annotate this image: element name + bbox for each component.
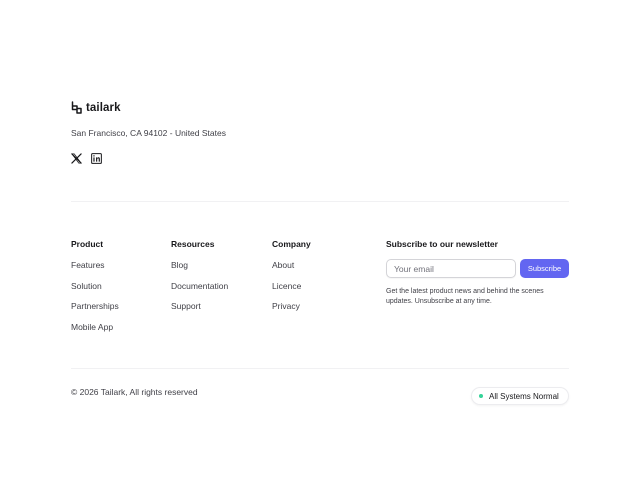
status-dot-icon bbox=[479, 394, 483, 398]
newsletter-section: Subscribe to our newsletter Subscribe Ge… bbox=[386, 238, 570, 306]
footer-divider-top bbox=[71, 201, 569, 202]
product-column: Product Features Solution Partnerships M… bbox=[71, 238, 119, 341]
footer-link-licence[interactable]: Licence bbox=[272, 280, 311, 301]
newsletter-note: Get the latest product news and behind t… bbox=[386, 288, 544, 305]
brand-logo[interactable]: tailark bbox=[71, 101, 121, 114]
footer-link-about[interactable]: About bbox=[272, 259, 311, 280]
newsletter-title: Subscribe to our newsletter bbox=[386, 239, 498, 249]
footer-link-features[interactable]: Features bbox=[71, 259, 119, 280]
status-label: All Systems Normal bbox=[489, 391, 559, 401]
footer-link-privacy[interactable]: Privacy bbox=[272, 300, 311, 321]
column-title: Product bbox=[71, 239, 104, 249]
column-title: Resources bbox=[171, 239, 215, 249]
copyright-text: © 2026 Tailark, All rights reserved bbox=[71, 387, 198, 397]
column-title: Company bbox=[272, 239, 311, 249]
brand-name: tailark bbox=[86, 101, 121, 114]
footer-divider-bottom bbox=[71, 368, 569, 369]
footer-link-solution[interactable]: Solution bbox=[71, 280, 119, 301]
tailark-logo-icon bbox=[71, 101, 82, 114]
linkedin-icon[interactable] bbox=[91, 153, 102, 164]
site-footer: tailark San Francisco, CA 94102 - United… bbox=[0, 0, 640, 480]
resources-column: Resources Blog Documentation Support bbox=[171, 238, 228, 321]
subscribe-button[interactable]: Subscribe bbox=[520, 259, 569, 278]
x-icon[interactable] bbox=[71, 153, 82, 164]
footer-link-documentation[interactable]: Documentation bbox=[171, 280, 228, 301]
footer-link-partnerships[interactable]: Partnerships bbox=[71, 300, 119, 321]
company-column: Company About Licence Privacy bbox=[272, 238, 311, 321]
email-input[interactable] bbox=[386, 259, 516, 278]
footer-link-mobile-app[interactable]: Mobile App bbox=[71, 321, 119, 342]
company-address: San Francisco, CA 94102 - United States bbox=[71, 128, 226, 138]
footer-link-support[interactable]: Support bbox=[171, 300, 228, 321]
status-badge[interactable]: All Systems Normal bbox=[471, 387, 569, 405]
social-links bbox=[71, 153, 102, 164]
footer-link-blog[interactable]: Blog bbox=[171, 259, 228, 280]
newsletter-form: Subscribe bbox=[386, 259, 570, 278]
